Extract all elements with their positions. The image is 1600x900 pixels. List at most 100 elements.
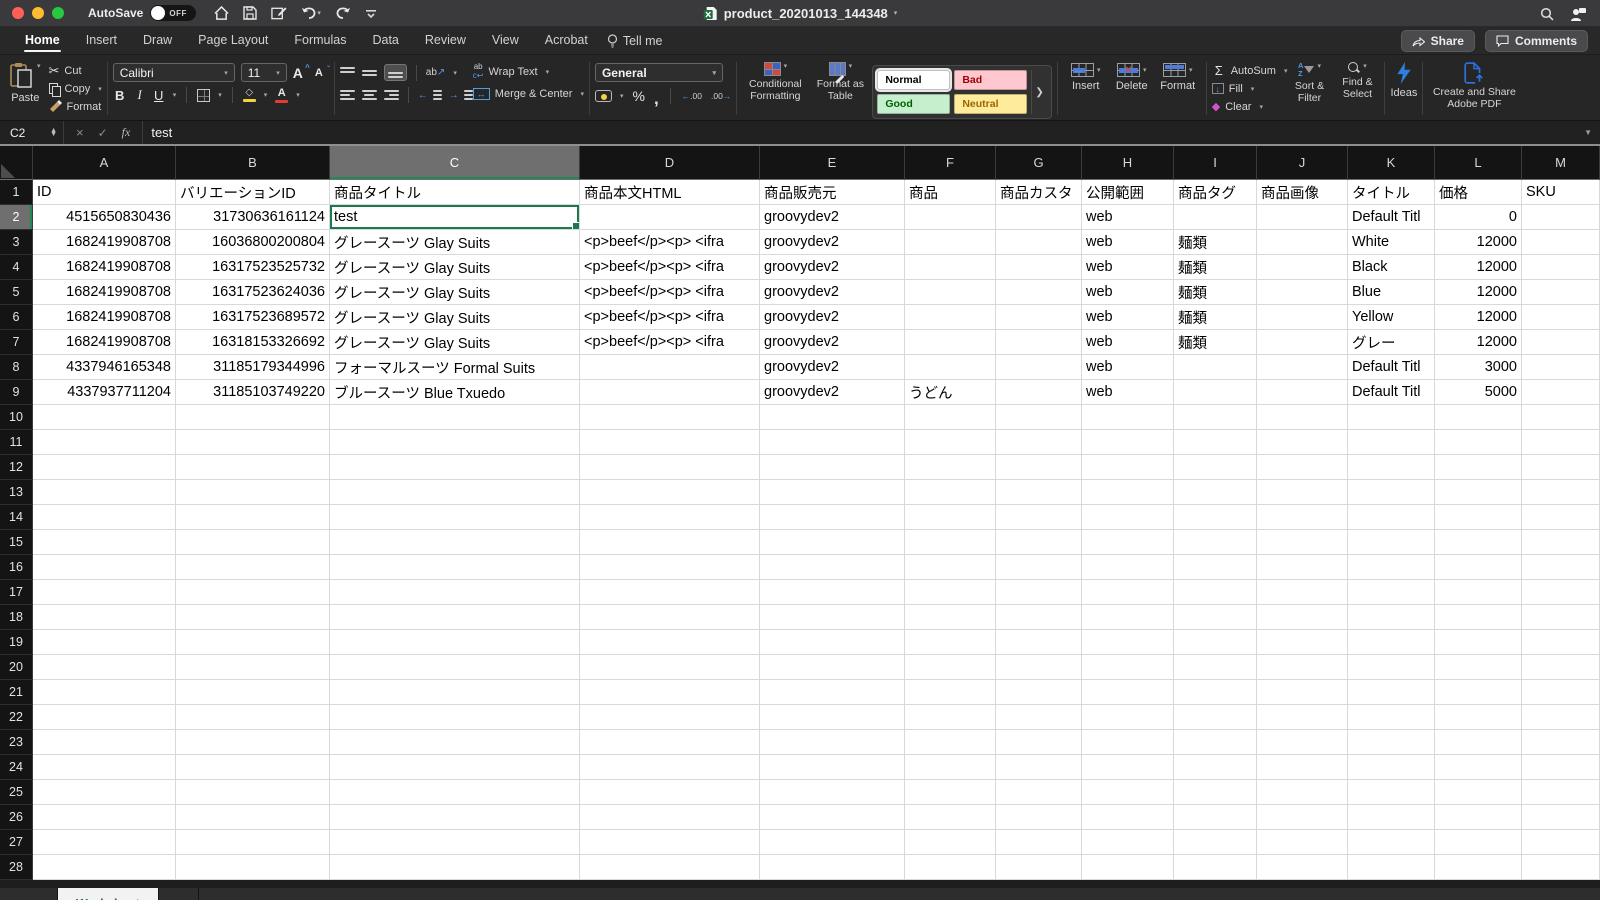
row-header-4[interactable]: 4: [0, 255, 33, 280]
cell-G4[interactable]: [996, 255, 1082, 280]
cell-I3[interactable]: 麺類: [1174, 230, 1257, 255]
increase-indent-button[interactable]: →: [449, 88, 473, 103]
cell-L14[interactable]: [1435, 505, 1522, 530]
cell-C15[interactable]: [330, 530, 580, 555]
cell-M1[interactable]: SKU: [1522, 180, 1600, 205]
cell-D13[interactable]: [580, 480, 760, 505]
adobe-pdf-button[interactable]: Create and Share Adobe PDF: [1428, 59, 1520, 111]
cell-E16[interactable]: [760, 555, 905, 580]
cell-M11[interactable]: [1522, 430, 1600, 455]
cell-C19[interactable]: [330, 630, 580, 655]
cell-L22[interactable]: [1435, 705, 1522, 730]
copy-button[interactable]: Copy ▾: [48, 81, 102, 97]
cell-F28[interactable]: [905, 855, 996, 880]
column-header-L[interactable]: L: [1435, 146, 1522, 180]
cell-E3[interactable]: groovydev2: [760, 230, 905, 255]
cell-J23[interactable]: [1257, 730, 1348, 755]
cell-G16[interactable]: [996, 555, 1082, 580]
cell-E17[interactable]: [760, 580, 905, 605]
cell-L12[interactable]: [1435, 455, 1522, 480]
number-format-select[interactable]: General ▾: [594, 63, 723, 82]
cell-F21[interactable]: [905, 680, 996, 705]
cell-F20[interactable]: [905, 655, 996, 680]
cell-H27[interactable]: [1082, 830, 1174, 855]
edit-mode-button[interactable]: [271, 6, 287, 20]
cell-K9[interactable]: Default Titl: [1348, 380, 1435, 405]
cell-K25[interactable]: [1348, 780, 1435, 805]
cell-D27[interactable]: [580, 830, 760, 855]
column-header-F[interactable]: F: [905, 146, 996, 180]
tab-home[interactable]: Home: [12, 28, 73, 53]
cell-M8[interactable]: [1522, 355, 1600, 380]
cell-M7[interactable]: [1522, 330, 1600, 355]
cell-L25[interactable]: [1435, 780, 1522, 805]
row-header-11[interactable]: 11: [0, 430, 33, 455]
sort-filter-button[interactable]: AZ ▾ Sort & Filter: [1287, 59, 1331, 104]
cell-K3[interactable]: White: [1348, 230, 1435, 255]
style-chip-normal[interactable]: Normal: [877, 70, 951, 90]
cell-G18[interactable]: [996, 605, 1082, 630]
decrease-indent-button[interactable]: ←: [418, 88, 442, 103]
comments-button[interactable]: Comments: [1484, 29, 1588, 52]
cell-J4[interactable]: [1257, 255, 1348, 280]
cell-D11[interactable]: [580, 430, 760, 455]
cell-I21[interactable]: [1174, 680, 1257, 705]
cell-D1[interactable]: 商品本文HTML: [580, 180, 760, 205]
cell-I18[interactable]: [1174, 605, 1257, 630]
cell-M10[interactable]: [1522, 405, 1600, 430]
autosave-toggle[interactable]: OFF: [150, 5, 197, 21]
cell-G12[interactable]: [996, 455, 1082, 480]
cell-K18[interactable]: [1348, 605, 1435, 630]
cell-L7[interactable]: 12000: [1435, 330, 1522, 355]
cell-D17[interactable]: [580, 580, 760, 605]
cell-G2[interactable]: [996, 205, 1082, 230]
fill-button[interactable]: ↓ Fill ▾: [1211, 81, 1254, 96]
cell-J15[interactable]: [1257, 530, 1348, 555]
column-header-G[interactable]: G: [996, 146, 1082, 180]
cell-F16[interactable]: [905, 555, 996, 580]
cell-H11[interactable]: [1082, 430, 1174, 455]
cell-E18[interactable]: [760, 605, 905, 630]
row-header-25[interactable]: 25: [0, 780, 33, 805]
cell-J3[interactable]: [1257, 230, 1348, 255]
cell-H1[interactable]: 公開範囲: [1082, 180, 1174, 205]
cell-B27[interactable]: [176, 830, 330, 855]
tab-page-layout[interactable]: Page Layout: [185, 28, 281, 53]
cell-A28[interactable]: [33, 855, 176, 880]
row-header-2[interactable]: 2: [0, 205, 33, 230]
font-color-button[interactable]: A ▾: [275, 87, 300, 103]
cell-E9[interactable]: groovydev2: [760, 380, 905, 405]
cell-G26[interactable]: [996, 805, 1082, 830]
cell-C5[interactable]: グレースーツ Glay Suits: [330, 280, 580, 305]
cell-M22[interactable]: [1522, 705, 1600, 730]
cell-C17[interactable]: [330, 580, 580, 605]
cell-H16[interactable]: [1082, 555, 1174, 580]
tab-formulas[interactable]: Formulas: [281, 28, 359, 53]
align-left-button[interactable]: [339, 89, 355, 101]
cell-I11[interactable]: [1174, 430, 1257, 455]
cell-F25[interactable]: [905, 780, 996, 805]
cell-C26[interactable]: [330, 805, 580, 830]
row-header-15[interactable]: 15: [0, 530, 33, 555]
cell-A3[interactable]: 1682419908708: [33, 230, 176, 255]
cell-K8[interactable]: Default Titl: [1348, 355, 1435, 380]
cell-G19[interactable]: [996, 630, 1082, 655]
home-button[interactable]: [214, 6, 229, 20]
cell-E2[interactable]: groovydev2: [760, 205, 905, 230]
accounting-format-button[interactable]: ▾: [594, 89, 623, 104]
cell-H23[interactable]: [1082, 730, 1174, 755]
row-header-6[interactable]: 6: [0, 305, 33, 330]
cell-B9[interactable]: 31185103749220: [176, 380, 330, 405]
cell-L9[interactable]: 5000: [1435, 380, 1522, 405]
cell-E8[interactable]: groovydev2: [760, 355, 905, 380]
cell-B28[interactable]: [176, 855, 330, 880]
cell-L6[interactable]: 12000: [1435, 305, 1522, 330]
cell-A10[interactable]: [33, 405, 176, 430]
cell-F4[interactable]: [905, 255, 996, 280]
tab-data[interactable]: Data: [359, 28, 411, 53]
cell-F24[interactable]: [905, 755, 996, 780]
cell-F7[interactable]: [905, 330, 996, 355]
row-header-22[interactable]: 22: [0, 705, 33, 730]
row-header-23[interactable]: 23: [0, 730, 33, 755]
zoom-window-button[interactable]: [52, 7, 64, 19]
